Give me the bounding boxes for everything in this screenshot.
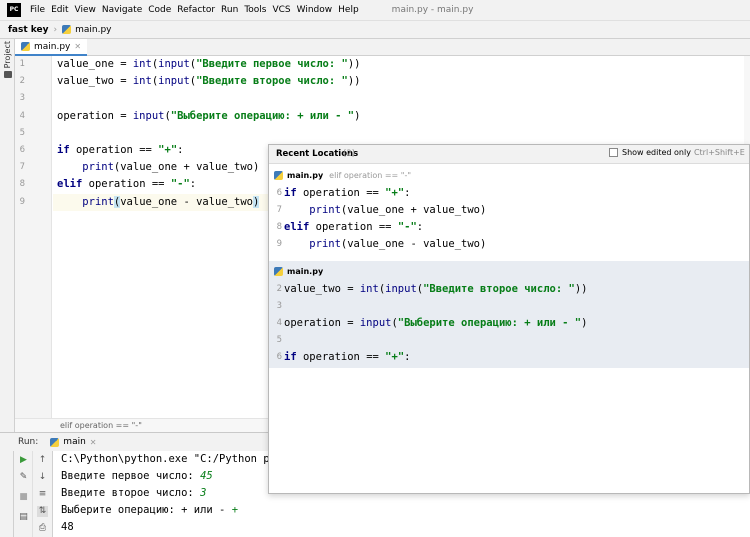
line-number: 9: [276, 239, 282, 249]
popup-count: (2): [343, 149, 356, 159]
line-number: 5: [276, 335, 282, 345]
run-tab-label: main: [63, 437, 86, 447]
run-left-strip: [0, 451, 14, 537]
menu-run[interactable]: Run: [218, 5, 241, 15]
location-context: elif operation == "-": [329, 170, 412, 180]
run-toolbar-secondary: ↑ ↓ ≡ ⇅ ⎙: [33, 451, 53, 537]
location-item-selected[interactable]: main.py 2 3 4 5 6 value_two = int(input(…: [269, 261, 749, 368]
code-line: print(value_one - value_two): [82, 196, 260, 208]
show-edited-shortcut: Ctrl+Shift+E: [693, 148, 745, 157]
popup-header: Recent Locations (2) Show edited only Ct…: [269, 145, 749, 164]
location-header: main.py: [274, 264, 329, 278]
wrap-icon[interactable]: ≡: [37, 489, 48, 500]
menu-file[interactable]: File: [27, 5, 48, 15]
run-tab-main[interactable]: main ✕: [50, 437, 97, 447]
run-toolbar-primary: ▶ ✎ ■ ▤: [14, 451, 33, 537]
menu-window[interactable]: Window: [294, 5, 336, 15]
python-file-icon: [274, 266, 283, 276]
python-file-icon: [62, 25, 72, 34]
line-number: 6: [19, 145, 25, 155]
checkbox-icon[interactable]: [609, 148, 618, 157]
code-line: if operation == "+":: [57, 144, 184, 156]
location-file: main.py: [287, 170, 324, 180]
nav-file-label: main.py: [75, 24, 112, 35]
console-line: 48: [61, 521, 74, 533]
code-line: operation = input("Выберите операцию: + …: [57, 110, 361, 122]
up-arrow-icon[interactable]: ↑: [37, 455, 48, 466]
menu-vcs[interactable]: VCS: [269, 5, 293, 15]
line-number-gutter: 1 2 3 4 5 6 7 8 9: [15, 56, 52, 418]
code-line: operation = input("Выберите операцию: + …: [284, 317, 588, 329]
show-edited-label: Show edited only: [622, 148, 691, 157]
code-line: print(value_one - value_two): [309, 238, 487, 250]
menu-help[interactable]: Help: [335, 5, 362, 15]
line-number: 6: [276, 352, 282, 362]
line-number: 9: [19, 197, 25, 207]
layout-icon[interactable]: ▤: [18, 512, 29, 523]
python-file-icon: [21, 42, 30, 51]
line-number: 2: [19, 76, 25, 86]
wrench-icon[interactable]: ✎: [18, 472, 29, 483]
navigation-bar: fast key › main.py: [0, 20, 750, 39]
code-line: if operation == "+":: [284, 351, 411, 363]
menu-bar: PC File Edit View Navigate Code Refactor…: [0, 0, 750, 20]
line-number: 7: [19, 162, 25, 172]
nav-project[interactable]: fast key: [8, 25, 49, 35]
console-line: Введите второе число: 3: [61, 487, 207, 499]
line-number: 2: [276, 284, 282, 294]
menu-edit[interactable]: Edit: [48, 5, 71, 15]
python-file-icon: [274, 170, 283, 180]
console-line: Выберите операцию: + или - +: [61, 504, 239, 516]
menu-view[interactable]: View: [72, 5, 99, 15]
menu-tools[interactable]: Tools: [241, 5, 269, 15]
line-number: 6: [276, 188, 282, 198]
close-icon[interactable]: ✕: [90, 438, 97, 447]
line-number: 8: [19, 179, 25, 189]
code-line: if operation == "+":: [284, 187, 411, 199]
left-tool-strip: Project: [0, 39, 15, 432]
code-line: value_one = int(input("Введите первое чи…: [57, 58, 361, 70]
code-line: value_two = int(input("Введите второе чи…: [57, 75, 361, 87]
line-number: 3: [19, 93, 25, 103]
nav-file[interactable]: main.py: [62, 24, 112, 35]
run-icon[interactable]: ▶: [18, 455, 29, 466]
menu-navigate[interactable]: Navigate: [99, 5, 145, 15]
line-number: 4: [276, 318, 282, 328]
line-number: 4: [19, 111, 25, 121]
location-file: main.py: [287, 266, 324, 276]
show-edited-checkbox[interactable]: Show edited only Ctrl+Shift+E: [609, 148, 745, 157]
editor-tabs: main.py ✕: [15, 39, 750, 56]
print-icon[interactable]: ⎙: [37, 523, 48, 534]
sort-icon[interactable]: ⇅: [37, 506, 48, 517]
console-line: Введите первое число: 45: [61, 470, 213, 482]
line-number: 5: [19, 128, 25, 138]
code-line: elif operation == "-":: [57, 178, 197, 190]
code-line: print(value_one + value_two): [82, 161, 260, 173]
code-line: value_two = int(input("Введите второе чи…: [284, 283, 588, 295]
line-number: 8: [276, 222, 282, 232]
run-label: Run:: [18, 437, 39, 447]
code-line: elif operation == "-":: [284, 221, 424, 233]
project-tool-tab[interactable]: Project: [1, 41, 14, 83]
folder-icon: [3, 71, 12, 79]
down-arrow-icon[interactable]: ↓: [37, 472, 48, 483]
line-number: 3: [276, 301, 282, 311]
chevron-right-icon: ›: [53, 24, 58, 35]
tab-main-py[interactable]: main.py ✕: [15, 39, 88, 56]
window-title: main.py - main.py: [391, 5, 474, 15]
python-file-icon: [50, 437, 60, 447]
close-icon[interactable]: ✕: [74, 42, 81, 51]
recent-locations-popup: Recent Locations (2) Show edited only Ct…: [268, 144, 750, 494]
menu-code[interactable]: Code: [145, 5, 174, 15]
stop-icon[interactable]: ■: [18, 492, 29, 503]
tab-label: main.py: [34, 41, 71, 52]
line-number: 1: [19, 59, 25, 69]
menu-refactor[interactable]: Refactor: [174, 5, 218, 15]
location-header: main.py elif operation == "-": [274, 168, 411, 182]
project-tab-label: Project: [3, 41, 12, 69]
pycharm-logo-icon: PC: [7, 3, 21, 17]
line-number: 7: [276, 205, 282, 215]
code-line: print(value_one + value_two): [309, 204, 487, 216]
console-line: C:\Python\python.exe "C:/Python pro: [61, 453, 283, 465]
